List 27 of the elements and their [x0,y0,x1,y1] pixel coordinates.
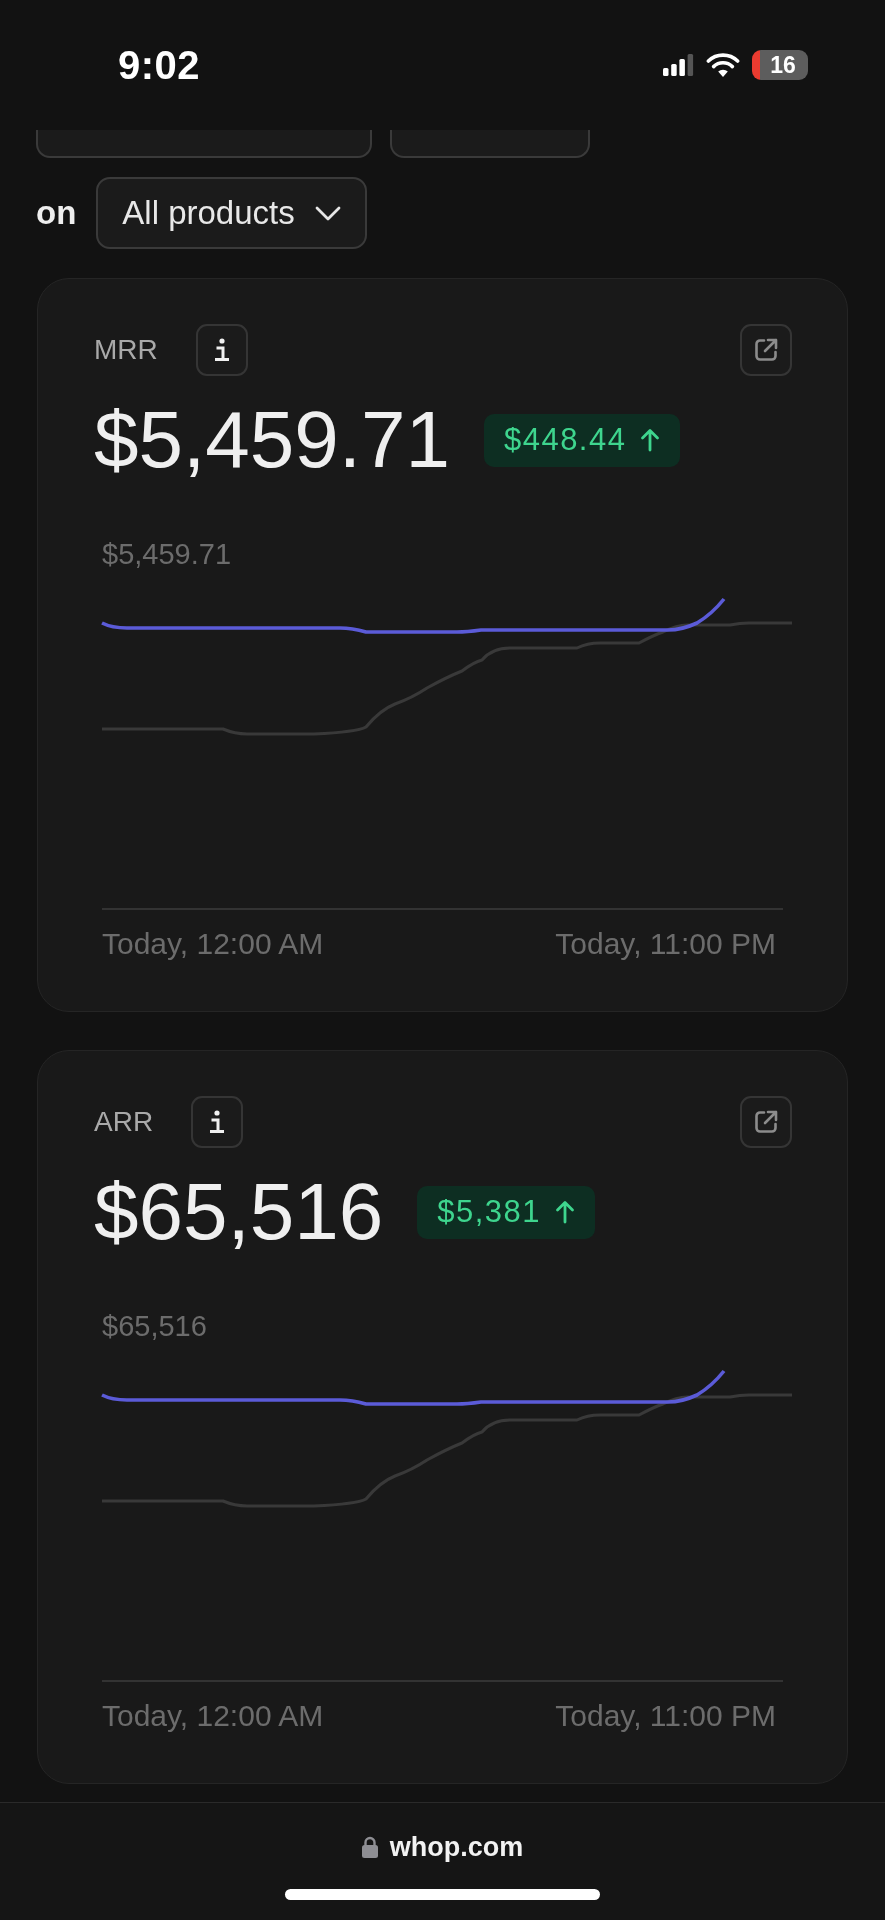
x-axis-label: Today, 11:00 PM [555,928,776,960]
metric-value: $5,459.71 [94,400,450,480]
metric-value: $65,516 [94,1172,384,1252]
change-amount: $5,381 [437,1194,541,1230]
info-button[interactable] [195,324,248,376]
external-link-button[interactable] [740,1096,792,1148]
url-text[interactable]: whop.com [389,1831,524,1863]
external-link-button[interactable] [740,324,792,376]
status-time: 9:02 [118,42,201,88]
battery-indicator: 16 [752,50,808,80]
external-link-icon [753,337,779,363]
x-axis-label: Today, 12:00 AM [102,928,324,960]
x-axis-label: Today, 11:00 PM [555,1700,776,1732]
x-axis-label: Today, 12:00 AM [102,1700,324,1732]
signal-icon [663,54,694,76]
chevron-down-icon [314,205,341,221]
product-dropdown[interactable]: All products [96,177,367,249]
filter-label: on [36,194,77,232]
external-link-icon [753,1109,779,1135]
info-button[interactable] [191,1096,244,1148]
metric-title: ARR [94,1106,154,1138]
lock-icon [361,1836,378,1858]
chart-value-label: $5,459.71 [102,538,231,570]
change-amount: $448.44 [503,422,627,458]
metric-title: MRR [94,334,158,366]
chart-value-label: $65,516 [102,1310,207,1342]
wifi-icon [706,53,740,77]
